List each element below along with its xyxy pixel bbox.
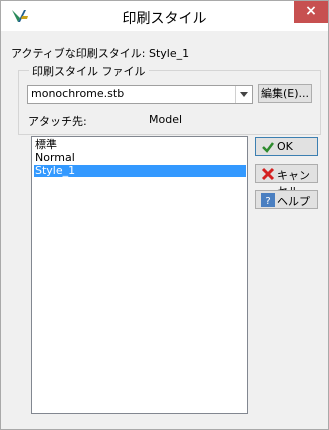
attach-label: アタッチ先: — [28, 115, 87, 128]
active-style-value: Style_1 — [149, 47, 190, 60]
style-file-combo-value: monochrome.stb — [31, 87, 125, 100]
help-icon: ? — [261, 193, 275, 207]
title-bar: 印刷スタイル × — [1, 1, 328, 31]
ok-button[interactable]: OK — [255, 137, 318, 156]
help-button-label: ヘルプ — [277, 195, 310, 208]
active-style-line: アクティブな印刷スタイル: Style_1 — [11, 45, 189, 61]
active-style-label: アクティブな印刷スタイル: — [11, 47, 146, 60]
list-item[interactable]: Style_1 — [34, 165, 246, 177]
attach-value: Model — [149, 113, 183, 126]
svg-text:?: ? — [265, 196, 270, 207]
close-icon — [261, 167, 275, 181]
cancel-button[interactable]: キャンセル — [255, 164, 318, 198]
style-listbox[interactable]: 標準 Normal Style_1 — [31, 136, 248, 414]
list-item[interactable]: 標準 — [34, 139, 246, 151]
close-button[interactable]: × — [294, 1, 328, 23]
style-file-combo[interactable]: monochrome.stb — [27, 85, 253, 104]
print-style-dialog: 印刷スタイル × アクティブな印刷スタイル: Style_1 印刷スタイル ファ… — [0, 0, 329, 430]
chevron-down-icon[interactable] — [235, 86, 252, 103]
window-title: 印刷スタイル — [122, 11, 207, 27]
check-icon — [262, 142, 274, 153]
ok-button-label: OK — [277, 140, 293, 153]
help-button[interactable]: ? ヘルプ — [255, 190, 318, 209]
style-file-group-legend: 印刷スタイル ファイル — [29, 63, 149, 79]
list-item[interactable]: Normal — [34, 152, 246, 164]
edit-button[interactable]: 編集(E)... — [258, 84, 312, 103]
